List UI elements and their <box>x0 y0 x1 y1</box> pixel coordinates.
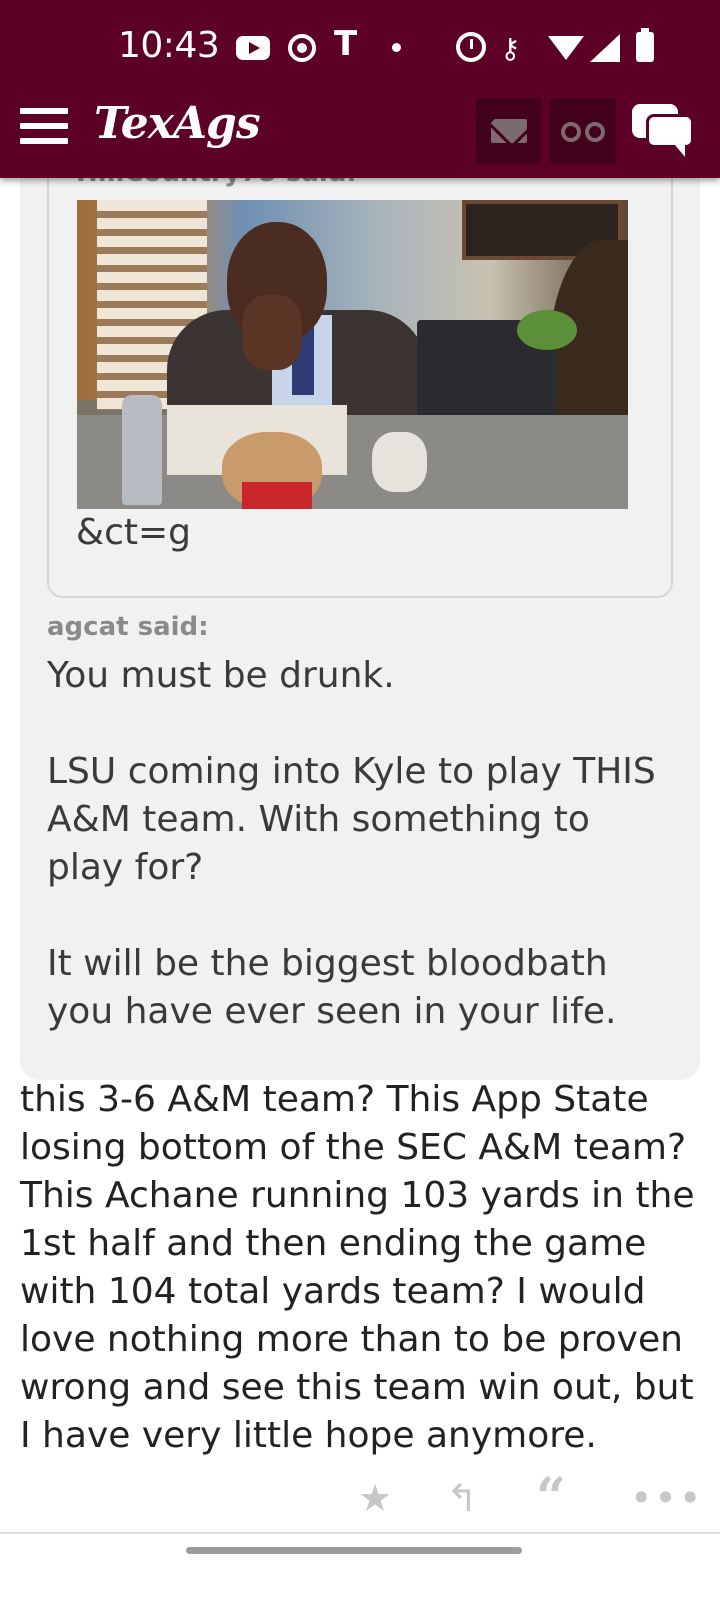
status-time: 10:43 <box>118 25 220 66</box>
quote-author[interactable]: agcat said: <box>47 612 209 642</box>
status-bar: 10:43 T ⚷ <box>0 0 720 96</box>
post-divider <box>0 1532 720 1534</box>
quote-line-2: LSU coming into Kyle to play THIS A&M te… <box>47 751 656 888</box>
signal-icon <box>590 34 620 62</box>
watch-button[interactable] <box>550 98 616 164</box>
more-icon[interactable]: ••• <box>630 1474 703 1522</box>
menu-icon[interactable] <box>20 108 72 148</box>
battery-icon <box>636 28 654 62</box>
quote-line-1: You must be drunk. <box>47 655 395 696</box>
quote-line-3: It will be the biggest bloodbath you hav… <box>47 943 617 1032</box>
nested-quote-tail-text: &ct=g <box>76 512 191 553</box>
tmobile-icon: T <box>334 24 358 64</box>
youtube-icon <box>236 36 270 60</box>
gesture-home-bar[interactable] <box>186 1547 522 1554</box>
wifi-icon <box>548 36 584 60</box>
app-bar: TexAgs <box>0 96 720 178</box>
post-body: this 3-6 A&M team? This App State losing… <box>20 1079 695 1456</box>
gif-image[interactable] <box>77 200 628 509</box>
quote-icon[interactable]: “ <box>536 1472 566 1524</box>
binoculars-icon <box>561 118 605 144</box>
star-icon[interactable]: ★ <box>358 1474 392 1522</box>
dot-icon <box>392 43 401 52</box>
alarm-icon <box>456 32 486 62</box>
key-icon: ⚷ <box>500 32 521 65</box>
chat-icon[interactable] <box>628 100 698 160</box>
top-bar: 10:43 T ⚷ TexAgs <box>0 0 720 178</box>
site-logo[interactable]: TexAgs <box>94 98 261 149</box>
mail-icon <box>491 119 527 143</box>
reply-icon[interactable]: ↰ <box>446 1474 478 1522</box>
messages-button[interactable] <box>476 98 542 164</box>
post-actions: ★ ↰ “ ••• <box>0 1472 720 1524</box>
quote-text: You must be drunk. LSU coming into Kyle … <box>47 652 677 1036</box>
chrome-icon <box>288 34 316 62</box>
